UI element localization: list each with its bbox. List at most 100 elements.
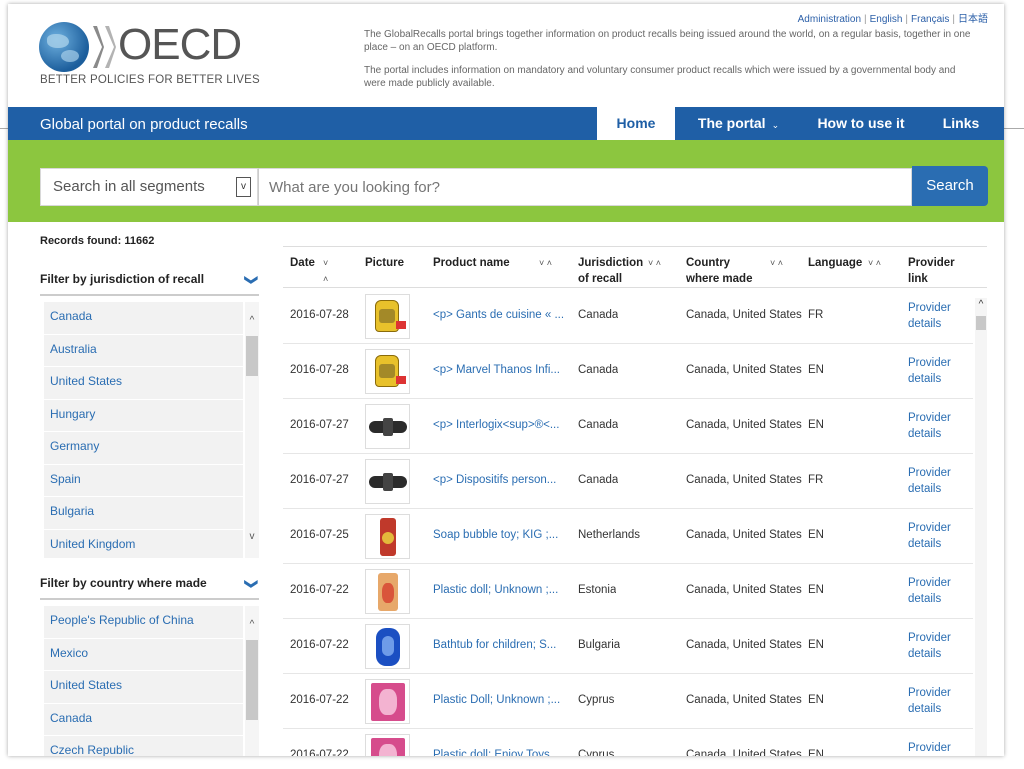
table-row[interactable]: 2016-07-28 <p> Marvel Thanos Infi... Canad… <box>283 344 973 399</box>
scrollbar-thumb[interactable] <box>976 316 986 330</box>
product-thumbnail[interactable] <box>365 679 410 724</box>
provider-details-link[interactable]: Providerdetails <box>908 740 968 756</box>
filter-item[interactable]: Mexico <box>44 638 243 671</box>
table-row[interactable]: 2016-07-22 Plastic doll; Unknown ;... Esto… <box>283 564 973 619</box>
table-row[interactable]: 2016-07-22 Bathtub for children; S... Bulg… <box>283 619 973 674</box>
table-row[interactable]: 2016-07-27 <p> Dispositifs person... Canad… <box>283 454 973 509</box>
provider-link-label-2: details <box>908 318 942 330</box>
filter-item[interactable]: Czech Republic <box>44 736 243 756</box>
nav-the-portal[interactable]: The portal ⌄ <box>691 107 786 140</box>
product-name-link[interactable]: <p> Marvel Thanos Infi... <box>433 364 565 376</box>
english-link[interactable]: English <box>870 14 903 25</box>
french-link[interactable]: Français <box>911 14 949 25</box>
provider-details-link[interactable]: Providerdetails <box>908 575 968 607</box>
sort-icon[interactable]: ˅ ˄ <box>323 255 328 287</box>
product-thumbnail[interactable] <box>365 734 410 756</box>
product-name-link[interactable]: <p> Dispositifs person... <box>433 474 565 486</box>
provider-details-link[interactable]: Providerdetails <box>908 410 968 442</box>
filter-item[interactable]: Bulgaria <box>44 497 243 530</box>
filter-item[interactable]: Spain <box>44 464 243 497</box>
col-date[interactable]: Date ˅ ˄ <box>290 255 328 284</box>
provider-link-label: Provider <box>908 742 951 754</box>
provider-details-link[interactable]: Providerdetails <box>908 685 968 717</box>
sort-icon[interactable]: ˅ ˄ <box>648 255 661 271</box>
provider-details-link[interactable]: Providerdetails <box>908 300 968 332</box>
scroll-up-icon[interactable]: ^ <box>975 298 987 312</box>
chevron-logo-icon <box>93 26 104 68</box>
table-row[interactable]: 2016-07-22 Plastic Doll; Unknown ;... Cypr… <box>283 674 973 729</box>
product-name-link[interactable]: <p> Interlogix<sup>®<... <box>433 419 565 431</box>
nav-how-to-use[interactable]: How to use it <box>809 107 913 140</box>
col-product-label: Product name <box>433 257 510 269</box>
nav-home[interactable]: Home <box>597 107 675 140</box>
scrollbar-thumb[interactable] <box>246 640 258 720</box>
filter-item[interactable]: Australia <box>44 334 243 367</box>
product-name-link[interactable]: <p> Gants de cuisine « ... <box>433 309 565 321</box>
product-thumbnail[interactable] <box>365 294 410 339</box>
filter-item[interactable]: Canada <box>44 703 243 736</box>
provider-details-link[interactable]: Providerdetails <box>908 520 968 552</box>
table-row[interactable]: 2016-07-28 <p> Gants de cuisine « ... Cana… <box>283 289 973 344</box>
provider-link-label: Provider <box>908 357 951 369</box>
product-name-link[interactable]: Plastic Doll; Unknown ;... <box>433 694 565 706</box>
filter-item[interactable]: United States <box>44 671 243 704</box>
filter-item[interactable]: United Kingdom <box>44 529 243 558</box>
japanese-link[interactable]: 日本語 <box>958 14 988 25</box>
cell-language: EN <box>808 694 824 706</box>
table-scrollbar[interactable]: ^ <box>975 298 987 756</box>
cell-jurisdiction: Canada <box>578 419 619 431</box>
col-country-label-2: where made <box>686 273 753 285</box>
table-row[interactable]: 2016-07-27 <p> Interlogix<sup>®<... Canada… <box>283 399 973 454</box>
filter-item[interactable]: Germany <box>44 432 243 465</box>
product-thumbnail[interactable] <box>365 514 410 559</box>
filter-item[interactable]: Hungary <box>44 399 243 432</box>
provider-details-link[interactable]: Providerdetails <box>908 630 968 662</box>
product-thumbnail[interactable] <box>365 459 410 504</box>
cell-country: Canada, United States <box>686 364 802 376</box>
scroll-up-icon[interactable]: ^ <box>245 618 259 632</box>
product-thumbnail[interactable] <box>365 569 410 614</box>
col-country[interactable]: Country ˅ ˄ where made <box>686 255 801 287</box>
sort-icon[interactable]: ˅ ˄ <box>868 255 881 271</box>
filter-item[interactable]: Canada <box>44 302 243 335</box>
col-jurisdiction[interactable]: Jurisdiction ˅ ˄ of recall <box>578 255 673 287</box>
col-language[interactable]: Language ˅ ˄ <box>808 255 903 271</box>
search-button[interactable]: Search <box>912 166 988 206</box>
scroll-up-icon[interactable]: ^ <box>245 314 259 328</box>
scrollbar[interactable]: ^ v <box>245 302 259 558</box>
administration-link[interactable]: Administration <box>798 14 861 25</box>
provider-details-link[interactable]: Providerdetails <box>908 465 968 497</box>
cell-date: 2016-07-22 <box>290 639 349 651</box>
sort-icon[interactable]: ˅ ˄ <box>770 255 783 271</box>
scrollbar-thumb[interactable] <box>246 336 258 376</box>
table-row[interactable]: 2016-07-22 Plastic doll; Enjoy Toys... Cyp… <box>283 729 973 756</box>
product-name-link[interactable]: Bathtub for children; S... <box>433 639 565 651</box>
product-name-link[interactable]: Plastic doll; Unknown ;... <box>433 584 565 596</box>
product-name-link[interactable]: Plastic doll; Enjoy Toys... <box>433 749 565 756</box>
product-thumbnail[interactable] <box>365 404 410 449</box>
dropdown-caret-icon: v <box>236 177 251 197</box>
records-found: Records found: 11662 <box>40 235 155 247</box>
col-product-name[interactable]: Product name ˅ ˄ <box>433 255 563 271</box>
filter-country-heading[interactable]: Filter by country where made ❯ <box>40 576 260 600</box>
filter-heading-label: Filter by jurisdiction of recall <box>40 272 205 286</box>
nav-links[interactable]: Links <box>930 107 992 140</box>
provider-details-link[interactable]: Providerdetails <box>908 355 968 387</box>
cell-language: EN <box>808 749 824 756</box>
filter-item[interactable]: United States <box>44 367 243 400</box>
filter-item[interactable]: People's Republic of China <box>44 606 243 639</box>
cell-language: FR <box>808 474 824 486</box>
table-row[interactable]: 2016-07-25 Soap bubble toy; KIG ;... Nethe… <box>283 509 973 564</box>
product-thumbnail[interactable] <box>365 624 410 669</box>
product-image <box>378 573 398 611</box>
filter-jurisdiction-heading[interactable]: Filter by jurisdiction of recall ❯ <box>40 272 260 296</box>
scroll-down-icon[interactable]: v <box>245 530 259 544</box>
sort-icon[interactable]: ˅ ˄ <box>539 255 552 271</box>
segment-select[interactable]: Search in all segments v <box>40 168 258 206</box>
product-name-link[interactable]: Soap bubble toy; KIG ;... <box>433 529 565 541</box>
product-thumbnail[interactable] <box>365 349 410 394</box>
site-title[interactable]: Global portal on product recalls <box>40 116 248 133</box>
scrollbar[interactable]: ^ <box>245 606 259 756</box>
search-input[interactable] <box>258 168 912 206</box>
cell-date: 2016-07-27 <box>290 474 349 486</box>
